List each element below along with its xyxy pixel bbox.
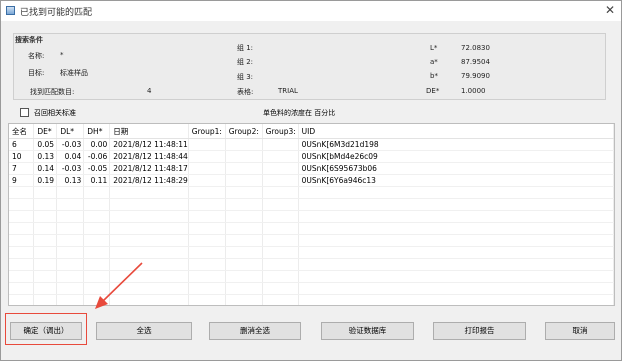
match-dialog: 已找到可能的匹配 ✕ 搜索条件 名称: * 目标: 标准样品 找到匹配数目: 4… — [0, 0, 622, 361]
annotation-arrow-icon — [95, 262, 143, 309]
